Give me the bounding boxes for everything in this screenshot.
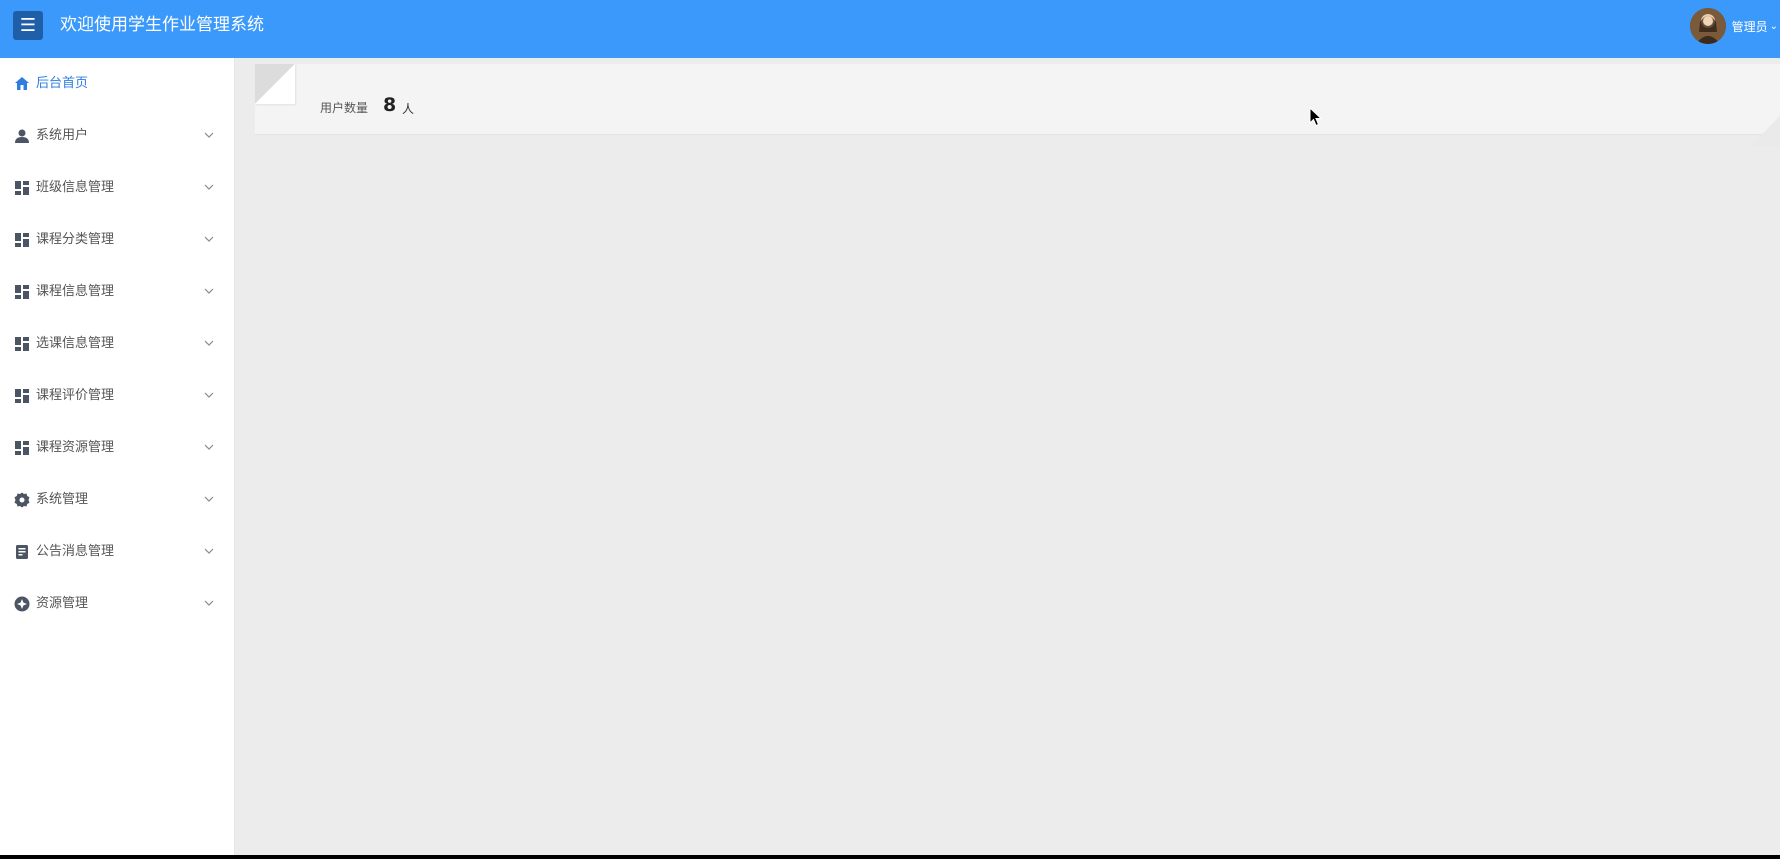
sidebar-item-announcements[interactable]: 公告消息管理 (0, 526, 234, 578)
app-window: ☰ 欢迎使用学生作业管理系统 管理员 ⌄ 后台首页 系统用户 班级信息管理 课程… (0, 0, 1780, 855)
gear-icon (14, 492, 30, 508)
sidebar-item-label: 课程分类管理 (36, 232, 115, 247)
menu-toggle-button[interactable]: ☰ (13, 11, 43, 40)
user-name[interactable]: 管理员 (1732, 18, 1768, 35)
chevron-down-icon: ⌄ (1769, 20, 1778, 32)
home-icon (15, 77, 29, 90)
chevron-down-icon (204, 548, 214, 554)
chevron-down-icon (204, 236, 214, 242)
grid-icon (15, 389, 29, 403)
sidebar-item-label: 系统管理 (36, 492, 89, 507)
chevron-down-icon (204, 184, 214, 190)
sidebar-item-label: 资源管理 (36, 596, 89, 611)
sidebar-item-course-resource[interactable]: 课程资源管理 (0, 422, 234, 474)
card-fold-decoration (255, 64, 295, 104)
grid-icon (15, 441, 29, 455)
grid-icon (15, 285, 29, 299)
chevron-down-icon (204, 392, 214, 398)
chevron-down-icon (204, 340, 214, 346)
card-corner-decoration (1750, 116, 1780, 146)
sidebar-item-class-info[interactable]: 班级信息管理 (0, 162, 234, 214)
main-content: 用户数量 8 人 (235, 58, 1780, 855)
grid-icon (15, 233, 29, 247)
sidebar-item-label: 课程资源管理 (36, 440, 115, 455)
chevron-down-icon (204, 288, 214, 294)
app-title: 欢迎使用学生作业管理系统 (60, 15, 264, 35)
user-icon (15, 129, 29, 143)
sidebar: 后台首页 系统用户 班级信息管理 课程分类管理 课程信息管理 选课信息管理 课程… (0, 58, 235, 855)
sidebar-item-label: 后台首页 (36, 76, 89, 91)
chevron-down-icon (204, 600, 214, 606)
sidebar-item-system-users[interactable]: 系统用户 (0, 110, 234, 162)
sidebar-item-label: 公告消息管理 (36, 544, 115, 559)
stat-value: 8 (383, 94, 397, 116)
compass-icon (14, 596, 30, 612)
sidebar-item-label: 选课信息管理 (36, 336, 115, 351)
stat-label: 用户数量 (320, 101, 369, 115)
top-header: ☰ 欢迎使用学生作业管理系统 管理员 ⌄ (0, 0, 1780, 58)
chevron-down-icon (204, 132, 214, 138)
document-icon (16, 545, 28, 559)
sidebar-item-resources[interactable]: 资源管理 (0, 578, 234, 630)
sidebar-item-label: 系统用户 (36, 128, 89, 143)
avatar[interactable] (1689, 8, 1726, 44)
mouse-cursor-icon (1309, 107, 1323, 127)
sidebar-item-label: 班级信息管理 (36, 180, 115, 195)
sidebar-item-course-selection[interactable]: 选课信息管理 (0, 318, 234, 370)
sidebar-item-course-category[interactable]: 课程分类管理 (0, 214, 234, 266)
sidebar-item-label: 课程评价管理 (36, 388, 115, 403)
grid-icon (15, 337, 29, 351)
sidebar-item-system-management[interactable]: 系统管理 (0, 474, 234, 526)
chevron-down-icon (204, 496, 214, 502)
stat-unit: 人 (402, 102, 415, 116)
sidebar-item-label: 课程信息管理 (36, 284, 115, 299)
user-menu[interactable]: 管理员 ⌄ (1689, 0, 1780, 52)
sidebar-item-course-info[interactable]: 课程信息管理 (0, 266, 234, 318)
user-count-card: 用户数量 8 人 (255, 64, 1780, 146)
sidebar-item-course-review[interactable]: 课程评价管理 (0, 370, 234, 422)
sidebar-item-dashboard[interactable]: 后台首页 (0, 58, 234, 110)
hamburger-icon: ☰ (19, 15, 37, 36)
chevron-down-icon (204, 444, 214, 450)
grid-icon (15, 181, 29, 195)
